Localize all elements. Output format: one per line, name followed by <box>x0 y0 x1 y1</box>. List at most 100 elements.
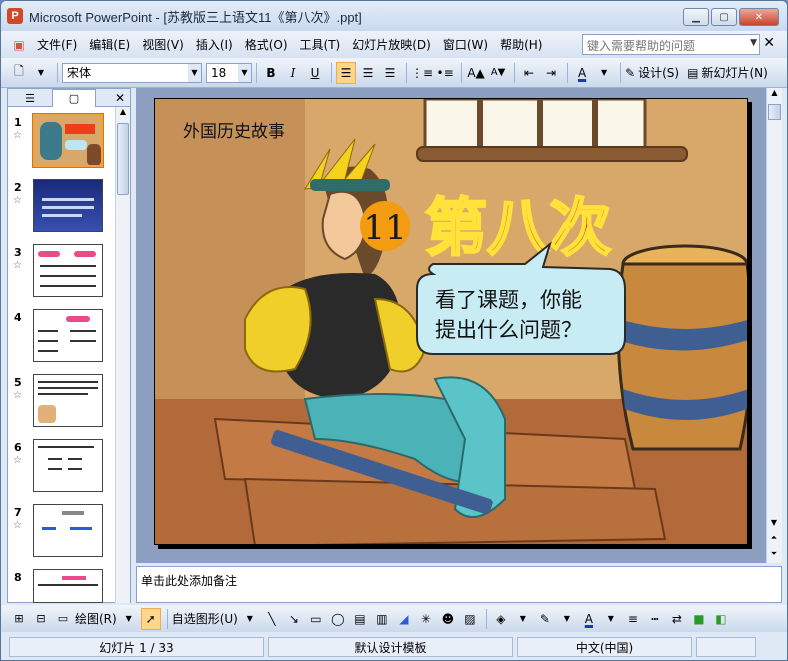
dash-style-icon[interactable]: ┅ <box>645 608 665 630</box>
increase-indent-icon[interactable]: ⇥ <box>541 62 561 84</box>
notes-pane[interactable]: 单击此处添加备注 <box>136 566 782 603</box>
align-center-icon[interactable]: ☰ <box>358 62 378 84</box>
wordart-icon[interactable]: ◢ <box>394 608 414 630</box>
scroll-up-icon[interactable]: ▲ <box>116 107 130 121</box>
rectangle-icon[interactable]: ▭ <box>306 608 326 630</box>
thumbnails-scrollbar[interactable]: ▲ <box>115 107 130 603</box>
close-document-icon[interactable]: ✕ <box>763 35 775 51</box>
bold-button[interactable]: B <box>261 62 281 84</box>
scroll-down-icon[interactable]: ▼ <box>767 518 781 527</box>
thumbnail-row[interactable]: 7 ☆ <box>8 504 112 564</box>
menu-view[interactable]: 视图(V) <box>136 34 190 56</box>
decrease-indent-icon[interactable]: ⇤ <box>519 62 539 84</box>
design-button[interactable]: ✎ 设计(S) <box>625 62 679 84</box>
slideshow-view-icon[interactable]: ▭ <box>53 608 73 630</box>
font-name-select[interactable]: 宋体 ▼ <box>62 62 202 83</box>
close-button[interactable]: ✕ <box>739 8 779 26</box>
bullet-list-icon[interactable]: •≡ <box>435 62 455 84</box>
slide-thumbnail[interactable] <box>33 244 103 297</box>
fill-color-icon[interactable]: ◈ <box>491 608 511 630</box>
new-document-icon[interactable]: 🗋 <box>9 62 29 84</box>
clipart-icon[interactable]: ☻ <box>438 608 458 630</box>
chevron-down-icon[interactable]: ▼ <box>188 63 201 82</box>
thumbnail-row[interactable]: 6 ☆ <box>8 439 112 499</box>
thumbnail-row[interactable]: 3 ☆ <box>8 244 112 304</box>
menu-help[interactable]: 帮助(H) <box>494 34 548 56</box>
slide-thumbnail[interactable] <box>33 374 103 427</box>
slide-thumbnail[interactable] <box>33 504 103 557</box>
draw-menu[interactable]: 绘图(R) <box>75 608 117 630</box>
dropdown-icon[interactable]: ▼ <box>594 62 614 84</box>
vertical-textbox-icon[interactable]: ▥ <box>372 608 392 630</box>
thumbnail-row[interactable]: 2 ☆ <box>8 179 112 239</box>
select-pointer-icon[interactable]: ➚ <box>140 607 161 630</box>
menu-slideshow[interactable]: 幻灯片放映(D) <box>346 34 437 56</box>
chevron-down-icon[interactable]: ▼ <box>238 63 251 82</box>
slide-thumbnail[interactable] <box>33 309 103 362</box>
oval-icon[interactable]: ◯ <box>328 608 348 630</box>
slide-thumbnail[interactable] <box>33 569 103 603</box>
menu-file[interactable]: 文件(F) <box>31 34 83 56</box>
close-pane-icon[interactable]: ✕ <box>110 89 130 106</box>
tab-outline[interactable]: ☰ <box>8 89 52 107</box>
previous-slide-icon[interactable]: ⏶ <box>767 533 781 543</box>
line-color-icon[interactable]: ✎ <box>535 608 555 630</box>
arrow-style-icon[interactable]: ⇄ <box>667 608 687 630</box>
slides-pane: ☰ ▢ ✕ 1 ☆ 2 ☆ 3 ☆ 4 5 ☆ 6 ☆ 7 ☆ 8 ▲ <box>7 88 131 603</box>
menu-tools[interactable]: 工具(T) <box>294 34 347 56</box>
slide-thumbnail[interactable] <box>32 113 104 168</box>
italic-button[interactable]: I <box>283 62 303 84</box>
picture-icon[interactable]: ▨ <box>460 608 480 630</box>
scroll-up-icon[interactable]: ▲ <box>767 88 782 102</box>
dropdown-icon[interactable]: ▼ <box>119 608 139 630</box>
menu-insert[interactable]: 插入(I) <box>190 34 239 56</box>
toolbar-separator <box>485 608 487 629</box>
line-icon[interactable]: ╲ <box>262 608 282 630</box>
diagram-icon[interactable]: ✳ <box>416 608 436 630</box>
arrow-icon[interactable]: ↘ <box>284 608 304 630</box>
slide-thumbnail[interactable] <box>33 439 103 492</box>
new-slide-button[interactable]: ▤ 新幻灯片(N) <box>687 62 768 84</box>
scroll-thumb[interactable] <box>117 123 129 195</box>
slide-thumbnail[interactable] <box>33 179 103 232</box>
dropdown-icon[interactable]: ▼ <box>240 608 260 630</box>
dropdown-icon[interactable]: ▼ <box>601 608 621 630</box>
shadow-icon[interactable]: ■ <box>689 608 709 630</box>
doc-icon[interactable]: ▣ <box>9 34 29 56</box>
normal-view-icon[interactable]: ⊞ <box>9 608 29 630</box>
chevron-down-icon[interactable]: ▼ <box>750 38 757 48</box>
slide-scrollbar[interactable]: ▲ ▼ ⏶ ⏷ <box>766 88 782 563</box>
next-slide-icon[interactable]: ⏷ <box>767 549 781 559</box>
dropdown-icon[interactable]: ▼ <box>31 62 51 84</box>
autoshapes-menu[interactable]: 自选图形(U) <box>172 608 238 630</box>
tab-slides[interactable]: ▢ <box>52 89 96 107</box>
decrease-font-icon[interactable]: A▼ <box>488 62 508 84</box>
menu-edit[interactable]: 编辑(E) <box>83 34 136 56</box>
scroll-thumb[interactable] <box>768 104 781 120</box>
dropdown-icon[interactable]: ▼ <box>557 608 577 630</box>
dropdown-icon[interactable]: ▼ <box>513 608 533 630</box>
underline-button[interactable]: U <box>305 62 325 84</box>
font-color-icon[interactable]: A <box>572 62 592 84</box>
font-size-select[interactable]: 18 ▼ <box>206 62 252 83</box>
thumbnail-text-line <box>68 458 82 460</box>
maximize-button[interactable]: ▢ <box>711 8 737 26</box>
align-right-icon[interactable]: ☰ <box>380 62 400 84</box>
thumbnail-row[interactable]: 4 <box>8 309 112 369</box>
menu-format[interactable]: 格式(O) <box>239 34 294 56</box>
textbox-icon[interactable]: ▤ <box>350 608 370 630</box>
thumbnail-row[interactable]: 1 ☆ <box>8 113 112 174</box>
minimize-button[interactable]: ▁ <box>683 8 709 26</box>
3d-icon[interactable]: ◧ <box>711 608 731 630</box>
help-search-input[interactable]: 键入需要帮助的问题 ▼ <box>582 34 760 55</box>
align-left-icon[interactable]: ☰ <box>336 61 356 84</box>
increase-font-icon[interactable]: A▲ <box>466 62 486 84</box>
slide-canvas[interactable]: 11 第八次 外国历史故事 看了课题，你能 提出什么问题？ <box>154 98 748 545</box>
menu-window[interactable]: 窗口(W) <box>437 34 494 56</box>
toolbar-separator <box>57 62 58 83</box>
numbered-list-icon[interactable]: ⋮≡ <box>411 62 433 84</box>
font-color-icon[interactable]: A <box>579 608 599 630</box>
thumbnail-row[interactable]: 5 ☆ <box>8 374 112 434</box>
line-style-icon[interactable]: ≡ <box>623 608 643 630</box>
sorter-view-icon[interactable]: ⊟ <box>31 608 51 630</box>
